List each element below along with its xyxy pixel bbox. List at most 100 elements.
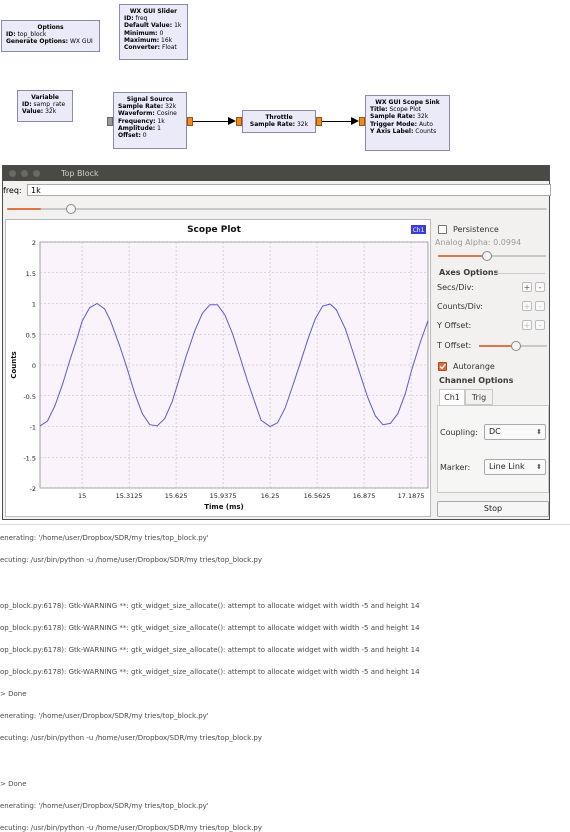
block-title: Signal Source: [126, 96, 174, 103]
counts-div-minus-button[interactable]: -: [535, 301, 545, 311]
flowgraph-canvas: Options ID: top_block Generate Options: …: [0, 0, 570, 165]
block-title: Variable: [31, 94, 59, 101]
check-icon: [439, 363, 447, 370]
autorange-checkbox[interactable]: [438, 362, 447, 371]
coupling-select[interactable]: DC ⬍: [484, 424, 546, 440]
console-line: enerating: '/home/user/Dropbox/SDR/my tr…: [0, 712, 209, 720]
y-tick-label: -0.5: [23, 393, 36, 401]
tab-ch1[interactable]: Ch1: [439, 389, 465, 405]
secs-div-plus-button[interactable]: +: [522, 282, 532, 292]
axes-options-heading: Axes Options: [439, 268, 499, 277]
coupling-label: Coupling:: [440, 428, 478, 437]
y-offset-plus-button[interactable]: +: [522, 320, 532, 330]
minimize-icon[interactable]: [21, 170, 28, 177]
console-line: > Done: [0, 690, 27, 698]
console-line: ecuting: /usr/bin/python -u /home/user/D…: [0, 556, 263, 564]
marker-label: Marker:: [440, 463, 471, 472]
maximize-icon[interactable]: [33, 170, 40, 177]
secs-div-minus-button[interactable]: -: [535, 282, 545, 292]
freq-row: freq: 1k: [3, 183, 551, 197]
options-block[interactable]: Options ID: top_block Generate Options: …: [1, 20, 100, 52]
divider: [0, 524, 570, 525]
y-tick-label: -1: [30, 424, 36, 432]
x-tick-label: 16.25: [261, 492, 280, 500]
x-tick-label: 17.1875: [398, 492, 425, 500]
wire-source-throttle: [193, 121, 229, 122]
x-tick-label: 16.5625: [304, 492, 331, 500]
scope-sink-block[interactable]: WX GUI Scope Sink Title: Scope Plot Samp…: [365, 95, 450, 151]
counts-div-plus-button[interactable]: +: [522, 301, 532, 311]
console-line: enerating: '/home/user/Dropbox/SDR/my tr…: [0, 534, 209, 542]
y-offset-label: Y Offset:: [437, 321, 472, 330]
analog-alpha-handle[interactable]: [481, 251, 492, 261]
x-axis-label: Time (ms): [204, 503, 244, 511]
block-title: Throttle: [265, 114, 293, 121]
console-line: op_block.py:6178): Gtk-WARNING **: gtk_w…: [0, 624, 420, 632]
scope-plot-panel: 2 1.5 1 0.5 0 -0.5 -1 -1.5 -2 15 15.3125 15.625 15.9…: [5, 219, 431, 517]
channel-options-heading: Channel Options: [439, 376, 514, 385]
signal-source-block[interactable]: Signal Source Sample Rate: 32k Waveform:…: [113, 92, 187, 149]
spin-arrows-icon: ⬍: [536, 463, 542, 471]
t-offset-label: T Offset:: [437, 341, 472, 350]
y-tick-label: 1: [32, 301, 36, 309]
persistence-label: Persistence: [453, 225, 499, 234]
stop-button[interactable]: Stop: [437, 501, 549, 517]
wire-throttle-sink: [322, 121, 352, 122]
y-tick-label: -2: [30, 485, 36, 493]
top-block-window: Top Block freq: 1k 2 1.5 1 0.5 0 -0.5 -1 -1.5 -2…: [2, 165, 551, 520]
slider-block[interactable]: WX GUI Slider ID: freq Default Value: 1k…: [119, 4, 188, 60]
x-tick-label: 16.875: [353, 492, 376, 500]
console-output: enerating: '/home/user/Dropbox/SDR/my tr…: [0, 531, 570, 832]
console-line: ecuting: /usr/bin/python -u /home/user/D…: [0, 734, 263, 742]
analog-alpha-slider[interactable]: [438, 251, 546, 261]
x-tick-label: 15: [78, 492, 86, 500]
block-title: WX GUI Scope Sink: [375, 99, 440, 106]
persistence-checkbox[interactable]: [438, 225, 447, 234]
autorange-label: Autorange: [453, 362, 495, 371]
counts-div-label: Counts/Div:: [437, 302, 483, 311]
console-line: op_block.py:6178): Gtk-WARNING **: gtk_w…: [0, 668, 420, 676]
y-tick-label: 1.5: [26, 270, 36, 278]
section-divider: [495, 273, 545, 274]
x-tick-label: 15.625: [165, 492, 188, 500]
scope-plot: 2 1.5 1 0.5 0 -0.5 -1 -1.5 -2 15 15.3125 15.625 15.9…: [10, 225, 429, 511]
t-offset-slider[interactable]: [479, 341, 547, 351]
marker-select[interactable]: Line Link ⬍: [484, 459, 546, 475]
y-axis-label: Counts: [10, 351, 18, 378]
t-offset-handle[interactable]: [511, 341, 522, 351]
variable-block[interactable]: Variable ID: samp_rate Value: 32k: [17, 90, 73, 122]
console-line: ecuting: /usr/bin/python -u /home/user/D…: [0, 824, 263, 832]
close-icon[interactable]: [9, 170, 16, 177]
freq-slider-fill: [7, 208, 41, 210]
y-tick-label: 0.5: [26, 331, 36, 339]
channel-tab-panel: Coupling: DC ⬍ Marker: Line Link ⬍: [437, 405, 549, 493]
console-line: > Done: [0, 780, 27, 788]
x-tick-label: 15.9375: [210, 492, 237, 500]
console-line: op_block.py:6178): Gtk-WARNING **: gtk_w…: [0, 602, 420, 610]
x-tick-label: 15.3125: [116, 492, 143, 500]
channel-tabs: Ch1 Trig: [437, 389, 549, 405]
y-tick-label: -1.5: [23, 454, 36, 462]
y-offset-minus-button[interactable]: -: [535, 320, 545, 330]
analog-alpha-fill: [438, 255, 487, 257]
freq-label: freq:: [3, 186, 22, 195]
console-line: op_block.py:6178): Gtk-WARNING **: gtk_w…: [0, 646, 420, 654]
analog-alpha-label: Analog Alpha: 0.0994: [435, 238, 522, 247]
freq-slider-handle[interactable]: [65, 204, 76, 214]
secs-div-label: Secs/Div:: [437, 283, 474, 292]
throttle-block[interactable]: Throttle Sample Rate: 32k: [242, 110, 316, 133]
y-tick-label: 2: [32, 239, 36, 247]
tab-trig[interactable]: Trig: [465, 389, 493, 405]
freq-input[interactable]: 1k: [27, 184, 551, 196]
spin-arrows-icon: ⬍: [536, 428, 542, 436]
title-bar[interactable]: Top Block: [3, 166, 549, 181]
chart-title: Scope Plot: [187, 225, 242, 235]
arrow-icon: [351, 117, 359, 125]
scope-controls: Persistence Analog Alpha: 0.0994 Axes Op…: [435, 221, 551, 519]
legend-label: Ch1: [413, 227, 425, 234]
freq-slider[interactable]: [7, 204, 547, 214]
console-line: enerating: '/home/user/Dropbox/SDR/my tr…: [0, 802, 209, 810]
block-title: Options: [37, 24, 64, 31]
y-tick-label: 0: [32, 362, 36, 370]
window-title: Top Block: [61, 169, 99, 178]
